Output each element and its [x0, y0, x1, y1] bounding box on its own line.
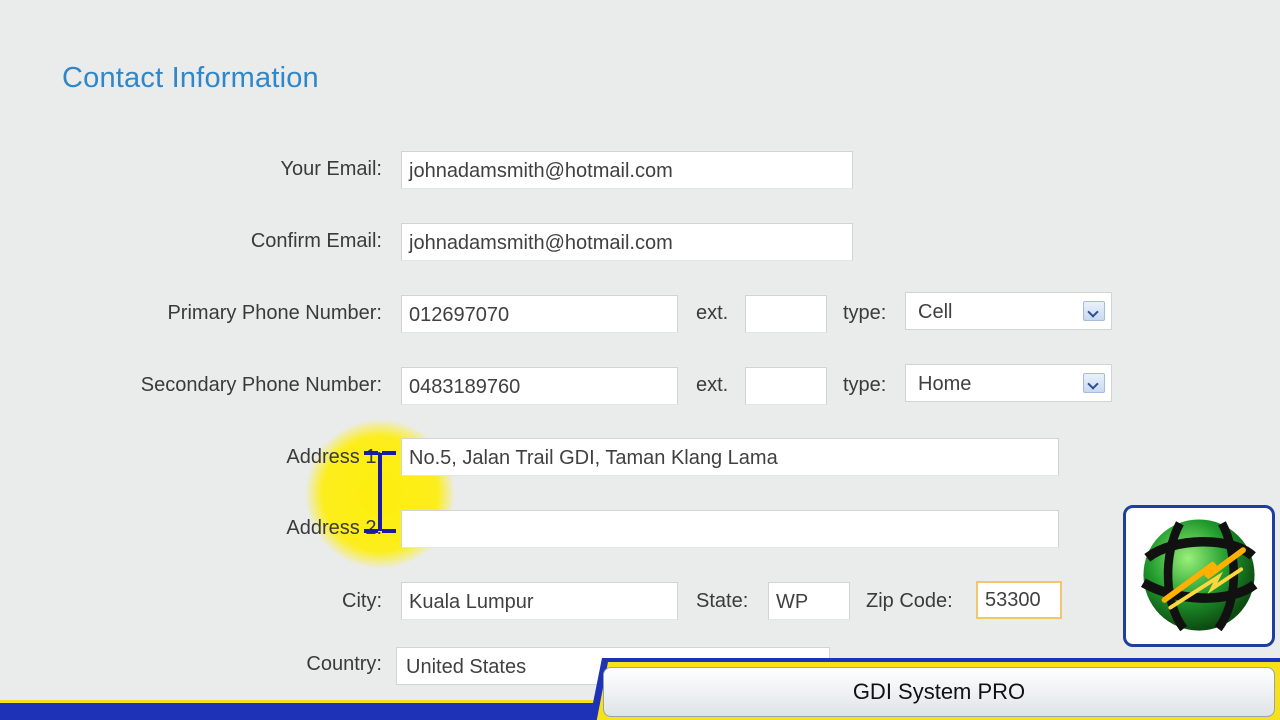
confirm-email-input[interactable]: johnadamsmith@hotmail.com — [401, 223, 853, 261]
primary-phone-input[interactable]: 012697070 — [401, 295, 678, 333]
address2-label: Address 2: — [286, 517, 382, 539]
state-input[interactable]: WP — [768, 582, 850, 620]
primary-type-value: Cell — [918, 301, 953, 323]
secondary-type-label: type: — [843, 374, 887, 396]
text-cursor-icon — [364, 451, 396, 533]
secondary-type-select[interactable]: Home — [905, 364, 1112, 402]
secondary-phone-label: Secondary Phone Number: — [140, 374, 382, 396]
primary-type-label: type: — [843, 302, 887, 324]
secondary-ext-label: ext. — [696, 374, 729, 396]
email-label: Your Email: — [280, 158, 382, 180]
confirm-email-label: Confirm Email: — [250, 230, 382, 252]
brand-name: GDI System PRO — [603, 667, 1275, 717]
address2-input[interactable] — [401, 510, 1059, 548]
address1-input[interactable]: No.5, Jalan Trail GDI, Taman Klang Lama — [401, 438, 1059, 476]
zip-input[interactable]: 53300 — [976, 581, 1062, 619]
email-input[interactable]: johnadamsmith@hotmail.com — [401, 151, 853, 189]
state-label: State: — [696, 590, 749, 612]
zip-label: Zip Code: — [866, 590, 953, 612]
city-label: City: — [342, 590, 382, 612]
primary-phone-label: Primary Phone Number: — [167, 302, 382, 324]
primary-ext-label: ext. — [696, 302, 729, 324]
contact-form-page: Contact Information Your Email: johnadam… — [0, 0, 1280, 720]
secondary-type-value: Home — [918, 373, 972, 395]
country-label: Country: — [306, 653, 382, 675]
primary-type-select[interactable]: Cell — [905, 292, 1112, 330]
chevron-down-icon[interactable] — [1083, 373, 1105, 393]
primary-ext-input[interactable] — [745, 295, 827, 333]
country-value: United States — [406, 656, 527, 678]
gdi-globe-logo-icon — [1123, 505, 1275, 647]
section-title: Contact Information — [62, 62, 319, 94]
secondary-phone-input[interactable]: 0483189760 — [401, 367, 678, 405]
chevron-down-icon[interactable] — [1083, 301, 1105, 321]
secondary-ext-input[interactable] — [745, 367, 827, 405]
address1-label: Address 1: — [286, 446, 382, 468]
globe-logo-graphic — [1141, 519, 1258, 632]
city-input[interactable]: Kuala Lumpur — [401, 582, 678, 620]
